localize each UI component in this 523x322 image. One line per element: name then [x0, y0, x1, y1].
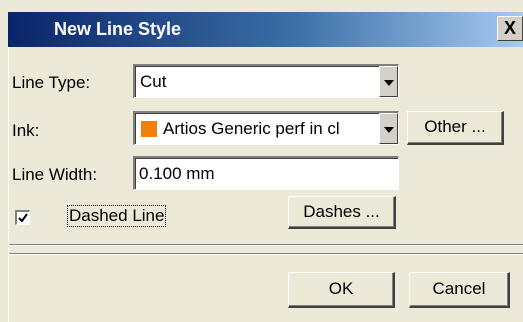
separator-top [9, 244, 523, 246]
close-button[interactable]: X [497, 16, 523, 41]
title-bar[interactable]: New Line Style X [8, 12, 523, 47]
ink-select[interactable]: Artios Generic perf in cl [133, 111, 399, 145]
line-width-value: 0.100 mm [139, 164, 215, 183]
dashed-line-checkbox[interactable] [15, 210, 30, 225]
separator-bottom [9, 253, 523, 255]
line-type-select[interactable]: Cut [133, 64, 399, 98]
close-icon: X [503, 18, 516, 38]
other-button[interactable]: Other ... [407, 111, 504, 145]
line-width-label: Line Width: [12, 165, 98, 184]
ok-button[interactable]: OK [288, 272, 395, 308]
dialog-body: Line Type: Cut Ink: Artios Generic perf … [8, 47, 523, 322]
line-type-dropdown-button[interactable] [379, 66, 398, 97]
ink-label: Ink: [12, 121, 40, 140]
ink-color-swatch [141, 121, 157, 137]
ink-dropdown-button[interactable] [379, 113, 398, 144]
checkmark-icon [18, 213, 28, 223]
dashed-line-label[interactable]: Dashed Line [66, 205, 167, 227]
cancel-button[interactable]: Cancel [409, 272, 510, 308]
line-type-value: Cut [140, 72, 167, 91]
dashes-button[interactable]: Dashes ... [288, 196, 396, 229]
ink-value: Artios Generic perf in cl [163, 119, 340, 138]
line-type-label: Line Type: [12, 73, 91, 92]
line-width-field[interactable]: 0.100 mm [133, 156, 399, 190]
window-title: New Line Style [54, 19, 182, 39]
